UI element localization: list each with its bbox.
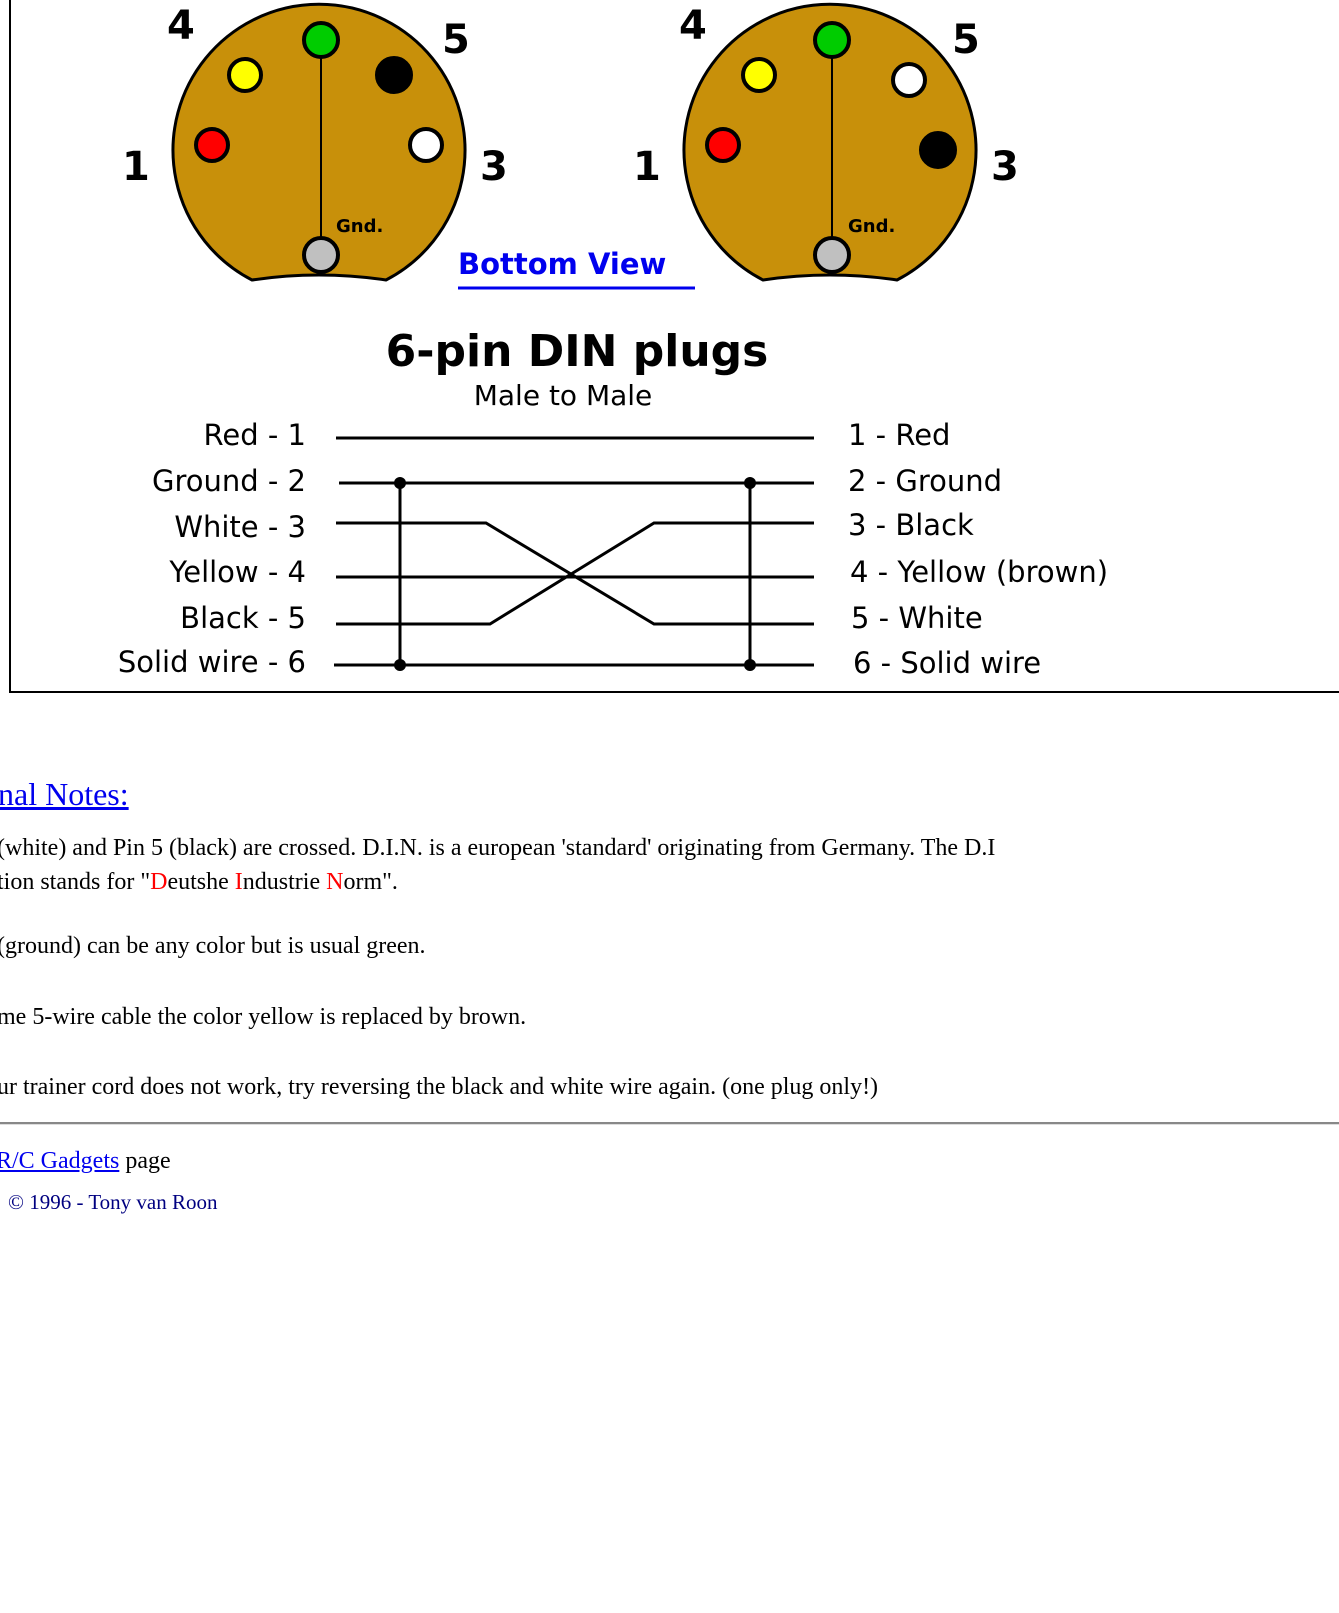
diagram-svg: 4 5 1 3 Gnd. 4 5 1 3 Gnd. Bottom View 6-…: [118, 2, 1108, 680]
left-pin-upper-left: [227, 57, 263, 93]
note-text: tion stands for ": [0, 869, 151, 895]
note-2: (ground) can be any color but is usual g…: [0, 933, 426, 959]
left-pin-left: [194, 127, 230, 163]
note-1-line-1: (white) and Pin 5 (black) are crossed. D…: [0, 835, 996, 861]
left-pin-label-5: 5: [442, 17, 470, 63]
right-din-plug: 4 5 1 3 Gnd.: [633, 2, 1019, 282]
right-pin-right: [919, 131, 957, 169]
left-wire-labels: Red - 1 Ground - 2 White - 3 Yellow - 4 …: [118, 418, 306, 679]
right-wire-labels: 1 - Red 2 - Ground 3 - Black 4 - Yellow …: [848, 418, 1108, 680]
wiring-diagram: 4 5 1 3 Gnd. 4 5 1 3 Gnd. Bottom View 6-…: [9, 0, 1339, 693]
diagram-subtitle: Male to Male: [474, 379, 653, 412]
left-label-6: Solid wire - 6: [118, 645, 306, 679]
right-pin-ground: [813, 236, 851, 274]
right-pin-left: [705, 127, 741, 163]
left-gnd-label: Gnd.: [336, 216, 383, 237]
left-pin-label-1: 1: [122, 144, 150, 190]
left-pin-label-3: 3: [480, 144, 508, 190]
acronym-letter-d: D: [150, 869, 168, 895]
right-label-3: 3 - Black: [848, 508, 974, 542]
note-text: ndustrie: [242, 869, 327, 895]
right-pin-upper-right: [891, 62, 927, 98]
left-pin-right: [408, 127, 444, 163]
right-pin-upper-left: [741, 57, 777, 93]
right-pin-label-3: 3: [991, 144, 1019, 190]
note-3: me 5-wire cable the color yellow is repl…: [0, 1004, 527, 1030]
right-label-6: 6 - Solid wire: [853, 646, 1041, 680]
note-text: eutshe: [167, 869, 235, 895]
right-pin-label-4: 4: [679, 3, 707, 49]
back-link-line: R/C Gadgets page: [0, 1148, 171, 1175]
horizontal-rule: [0, 1122, 1339, 1125]
right-label-1: 1 - Red: [848, 418, 950, 452]
rc-gadgets-link[interactable]: R/C Gadgets: [0, 1148, 119, 1174]
wire-3-crossed: [336, 521, 814, 626]
left-pin-label-4: 4: [167, 3, 195, 49]
right-pin-label-5: 5: [952, 17, 980, 63]
back-link-suffix: page: [119, 1148, 171, 1174]
left-label-3: White - 3: [174, 510, 306, 544]
junction-dot: [744, 477, 756, 489]
right-label-5: 5 - White: [851, 601, 983, 635]
notes-heading[interactable]: onal Notes:: [0, 776, 129, 813]
wire-5-crossed: [336, 521, 814, 626]
left-pin-ground: [302, 236, 340, 274]
acronym-letter-i: I: [234, 869, 243, 895]
wiring-lines: [334, 436, 814, 667]
left-label-2: Ground - 2: [152, 464, 306, 498]
diagram-title: 6-pin DIN plugs: [386, 326, 769, 377]
right-gnd-label: Gnd.: [848, 216, 895, 237]
bottom-view-label: Bottom View: [458, 247, 666, 281]
right-pin-label-1: 1: [633, 144, 661, 190]
copyright-notice: © 1996 - Tony van Roon: [8, 1190, 218, 1214]
junction-dot: [744, 659, 756, 671]
junction-dot: [394, 659, 406, 671]
left-label-5: Black - 5: [180, 601, 306, 635]
left-pin-top: [302, 21, 340, 59]
right-pin-top: [813, 21, 851, 59]
note-text: orm".: [343, 869, 398, 895]
note-4: ur trainer cord does not work, try rever…: [0, 1074, 879, 1100]
junction-dot: [394, 477, 406, 489]
left-label-4: Yellow - 4: [168, 555, 306, 589]
left-label-1: Red - 1: [204, 418, 306, 452]
left-din-plug: 4 5 1 3 Gnd.: [122, 2, 508, 282]
right-label-2: 2 - Ground: [848, 464, 1002, 498]
right-label-4: 4 - Yellow (brown): [850, 555, 1108, 589]
acronym-letter-n: N: [326, 869, 344, 895]
note-1-line-2: tion stands for "Deutshe Industrie Norm"…: [0, 866, 398, 898]
left-pin-upper-right: [375, 56, 413, 94]
